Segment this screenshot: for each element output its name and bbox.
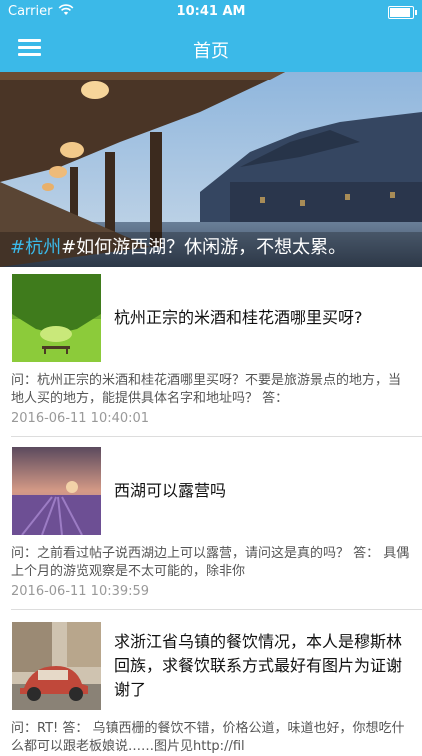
post-thumbnail: [12, 274, 101, 362]
banner-text: #如何游西湖？休闲游，不想太累。: [61, 237, 347, 258]
list-item[interactable]: 求浙江省乌镇的餐饮情况，本人是穆斯林回族，求餐饮联系方式最好有图片为证谢谢了 问…: [0, 614, 422, 754]
banner-caption: #杭州#如何游西湖？休闲游，不想太累。: [10, 233, 346, 259]
post-thumbnail: [12, 447, 101, 535]
list-item[interactable]: 西湖可以露营吗 问：之前看过帖子说西湖边上可以露营，请问这是真的吗？ 答： 具偶…: [0, 441, 422, 609]
battery-icon: [388, 6, 417, 19]
post-excerpt: 问：杭州正宗的米酒和桂花酒哪里买呀？不要是旅游景点的地方，当地人买的地方，能提供…: [11, 373, 402, 406]
banner-tag: #杭州: [10, 237, 62, 258]
post-title: 杭州正宗的米酒和桂花酒哪里买呀?: [114, 308, 363, 327]
post-excerpt: 问：RT! 答： 乌镇西栅的餐饮不错，价格公道，味道也好，你想吃什么都可以跟老板…: [11, 721, 405, 754]
post-excerpt: 问：之前看过帖子说西湖边上可以露营，请问这是真的吗？ 答： 具偶上个月的游览观察…: [11, 546, 410, 579]
post-title: 求浙江省乌镇的餐饮情况，本人是穆斯林回族，求餐饮联系方式最好有图片为证谢谢了: [114, 632, 403, 699]
banner[interactable]: #杭州#如何游西湖？休闲游，不想太累。: [0, 72, 422, 267]
list-item[interactable]: 杭州正宗的米酒和桂花酒哪里买呀? 问：杭州正宗的米酒和桂花酒哪里买呀？不要是旅游…: [0, 268, 422, 436]
status-bar: Carrier 10:41 AM: [0, 0, 422, 24]
navigation-bar: 首页: [0, 24, 422, 72]
post-title: 西湖可以露营吗: [114, 481, 227, 500]
post-date: 2016-06-11 10:40:01: [11, 411, 150, 426]
divider: [11, 436, 422, 437]
post-date: 2016-06-11 10:39:59: [11, 584, 150, 599]
page-title: 首页: [193, 41, 229, 62]
clock: 10:41 AM: [176, 4, 246, 19]
post-thumbnail: [12, 622, 101, 710]
divider: [11, 609, 422, 610]
